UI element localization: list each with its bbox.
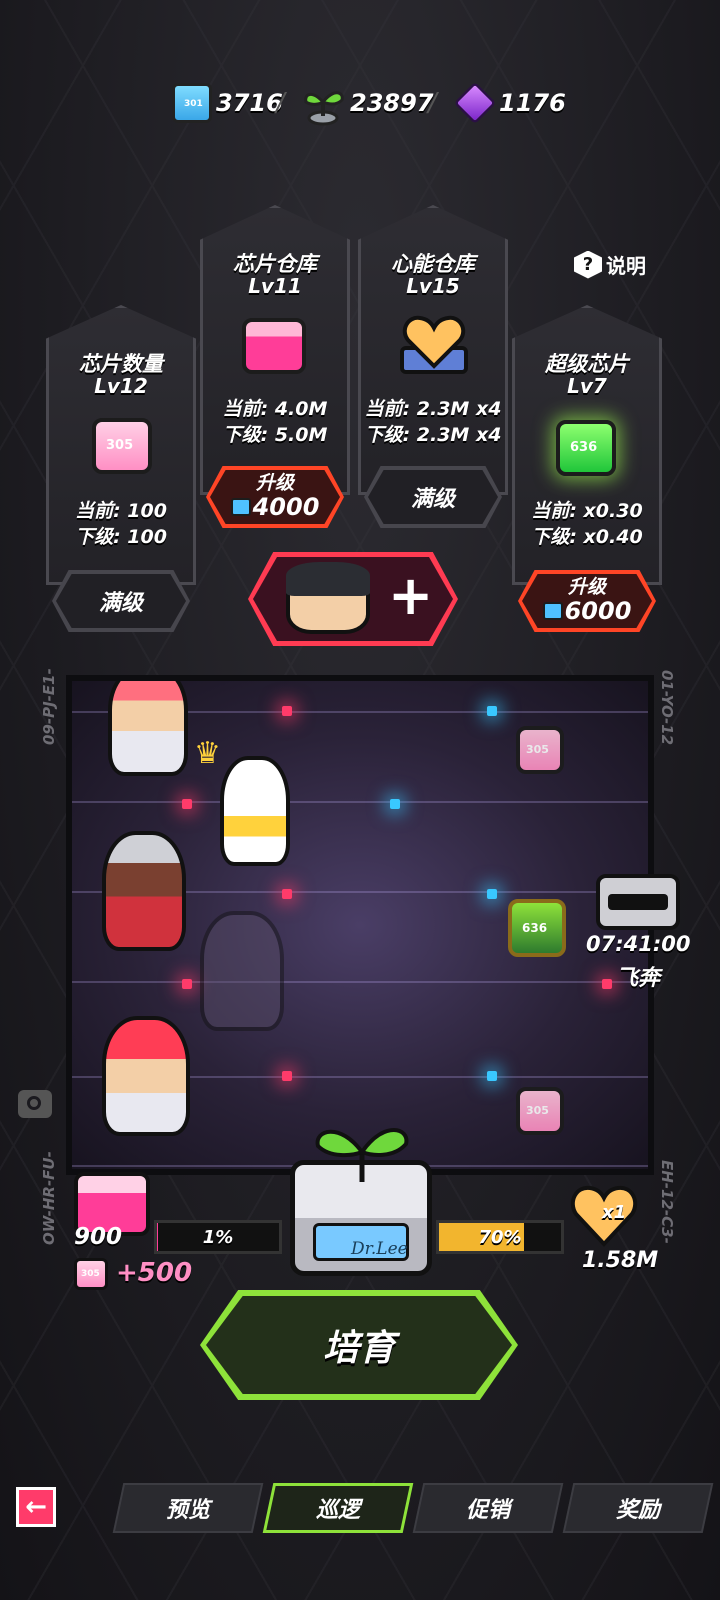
- tab-promotion[interactable]: 促销: [412, 1483, 564, 1533]
- sprout-count: 23897: [350, 89, 434, 117]
- side-code-right: 01-YO-12: [658, 670, 676, 746]
- character-bandana: [102, 831, 186, 951]
- chip-icon: [542, 602, 563, 620]
- heart-progress-label: 70%: [478, 1226, 522, 1248]
- card-current: 当前: 4.0M: [222, 398, 328, 420]
- card-next: 下级: 5.0M: [222, 424, 328, 446]
- resource-separator: /: [276, 88, 285, 118]
- light-dot: [282, 706, 292, 716]
- character-ghost: [200, 911, 284, 1031]
- green-chip-icon: 636: [556, 420, 616, 476]
- heart-progress-bar: 70%: [436, 1220, 564, 1254]
- green-chip-icon: 636: [508, 899, 566, 957]
- tab-rewards[interactable]: 奖励: [562, 1483, 714, 1533]
- chip-count: 3716: [216, 89, 283, 117]
- rush-timer: 07:41:00: [586, 932, 691, 956]
- storage-count: 900: [74, 1224, 123, 1250]
- help-button[interactable]: ? 说明: [574, 250, 646, 279]
- chip-bonus: +500: [116, 1258, 193, 1288]
- heart-storage-icon: [398, 310, 470, 380]
- cultivate-button[interactable]: 培育: [200, 1290, 518, 1400]
- heart-amount: 1.58M: [582, 1248, 659, 1273]
- card-current: 当前: 100: [75, 500, 167, 522]
- side-code-right-bottom: EH-12-C3-: [658, 1160, 676, 1244]
- light-dot: [487, 706, 497, 716]
- camera-icon[interactable]: [18, 1090, 52, 1118]
- back-arrow-icon[interactable]: ←: [16, 1487, 56, 1527]
- pink-chip-icon: 305: [74, 1258, 108, 1290]
- card-next: 下级: 2.3M x4: [364, 424, 502, 446]
- card-current: 当前: 2.3M x4: [364, 398, 502, 420]
- question-icon: ?: [574, 250, 602, 279]
- chip-quantity-max-button[interactable]: 满级: [52, 570, 190, 632]
- crown-icon: ♛: [194, 736, 221, 771]
- help-label: 说明: [606, 254, 646, 278]
- resource-separator: /: [428, 88, 437, 118]
- pink-chip-icon: 305: [516, 726, 564, 774]
- light-dot: [390, 799, 400, 809]
- pink-chip-icon: 305: [92, 418, 152, 474]
- light-dot: [182, 799, 192, 809]
- chip-resource: 3716: [172, 78, 283, 128]
- light-dot: [282, 1071, 292, 1081]
- character-red-hair: [102, 1016, 190, 1136]
- tab-preview[interactable]: 预览: [112, 1483, 264, 1533]
- chip-icon: [172, 83, 212, 123]
- sprout-icon: [310, 1116, 414, 1190]
- sprout-icon: [300, 80, 346, 126]
- sprout-resource: 23897: [300, 78, 434, 128]
- card-level: Lv15: [406, 274, 460, 298]
- tab-patrol[interactable]: 巡逻: [262, 1483, 414, 1533]
- side-code-left-bottom: OW-HR-FU-: [40, 1151, 58, 1245]
- card-current: 当前: x0.30: [531, 500, 643, 522]
- gem-resource: 1176: [453, 78, 566, 128]
- card-level: Lv11: [248, 274, 302, 298]
- card-next: 下级: 100: [75, 526, 167, 548]
- chip-storage-upgrade-button[interactable]: 升级 4000: [206, 466, 344, 528]
- character-white-box: [220, 756, 290, 866]
- card-level: Lv7: [567, 374, 607, 398]
- card-next: 下级: x0.40: [531, 526, 643, 548]
- chip-progress-label: 1%: [202, 1226, 234, 1248]
- heart-multiplier: x1: [602, 1202, 627, 1223]
- gem-count: 1176: [499, 89, 566, 117]
- character-pink-cap: [108, 681, 188, 776]
- heart-storage-max-button[interactable]: 满级: [364, 466, 502, 528]
- pink-chip-icon: 305: [516, 1087, 564, 1135]
- light-dot: [182, 979, 192, 989]
- rush-mascot-icon[interactable]: [596, 874, 680, 930]
- light-dot: [282, 889, 292, 899]
- gem-icon: [453, 81, 497, 125]
- light-dot: [487, 889, 497, 899]
- plus-icon: +: [388, 564, 434, 627]
- chip-storage-icon: [242, 318, 306, 374]
- chip-progress-bar: 1%: [154, 1220, 282, 1254]
- super-chip-upgrade-button[interactable]: 升级 6000: [518, 570, 656, 632]
- rush-label: 飞奔: [615, 966, 660, 991]
- character-avatar: [286, 562, 370, 634]
- add-character-button[interactable]: +: [248, 552, 458, 646]
- card-level: Lv12: [94, 374, 148, 398]
- light-dot: [487, 1071, 497, 1081]
- side-code-left: 09-PJ-E1-: [40, 668, 58, 745]
- patrol-arena: ♛ 305 636 305: [66, 675, 654, 1175]
- chip-icon: [230, 498, 251, 516]
